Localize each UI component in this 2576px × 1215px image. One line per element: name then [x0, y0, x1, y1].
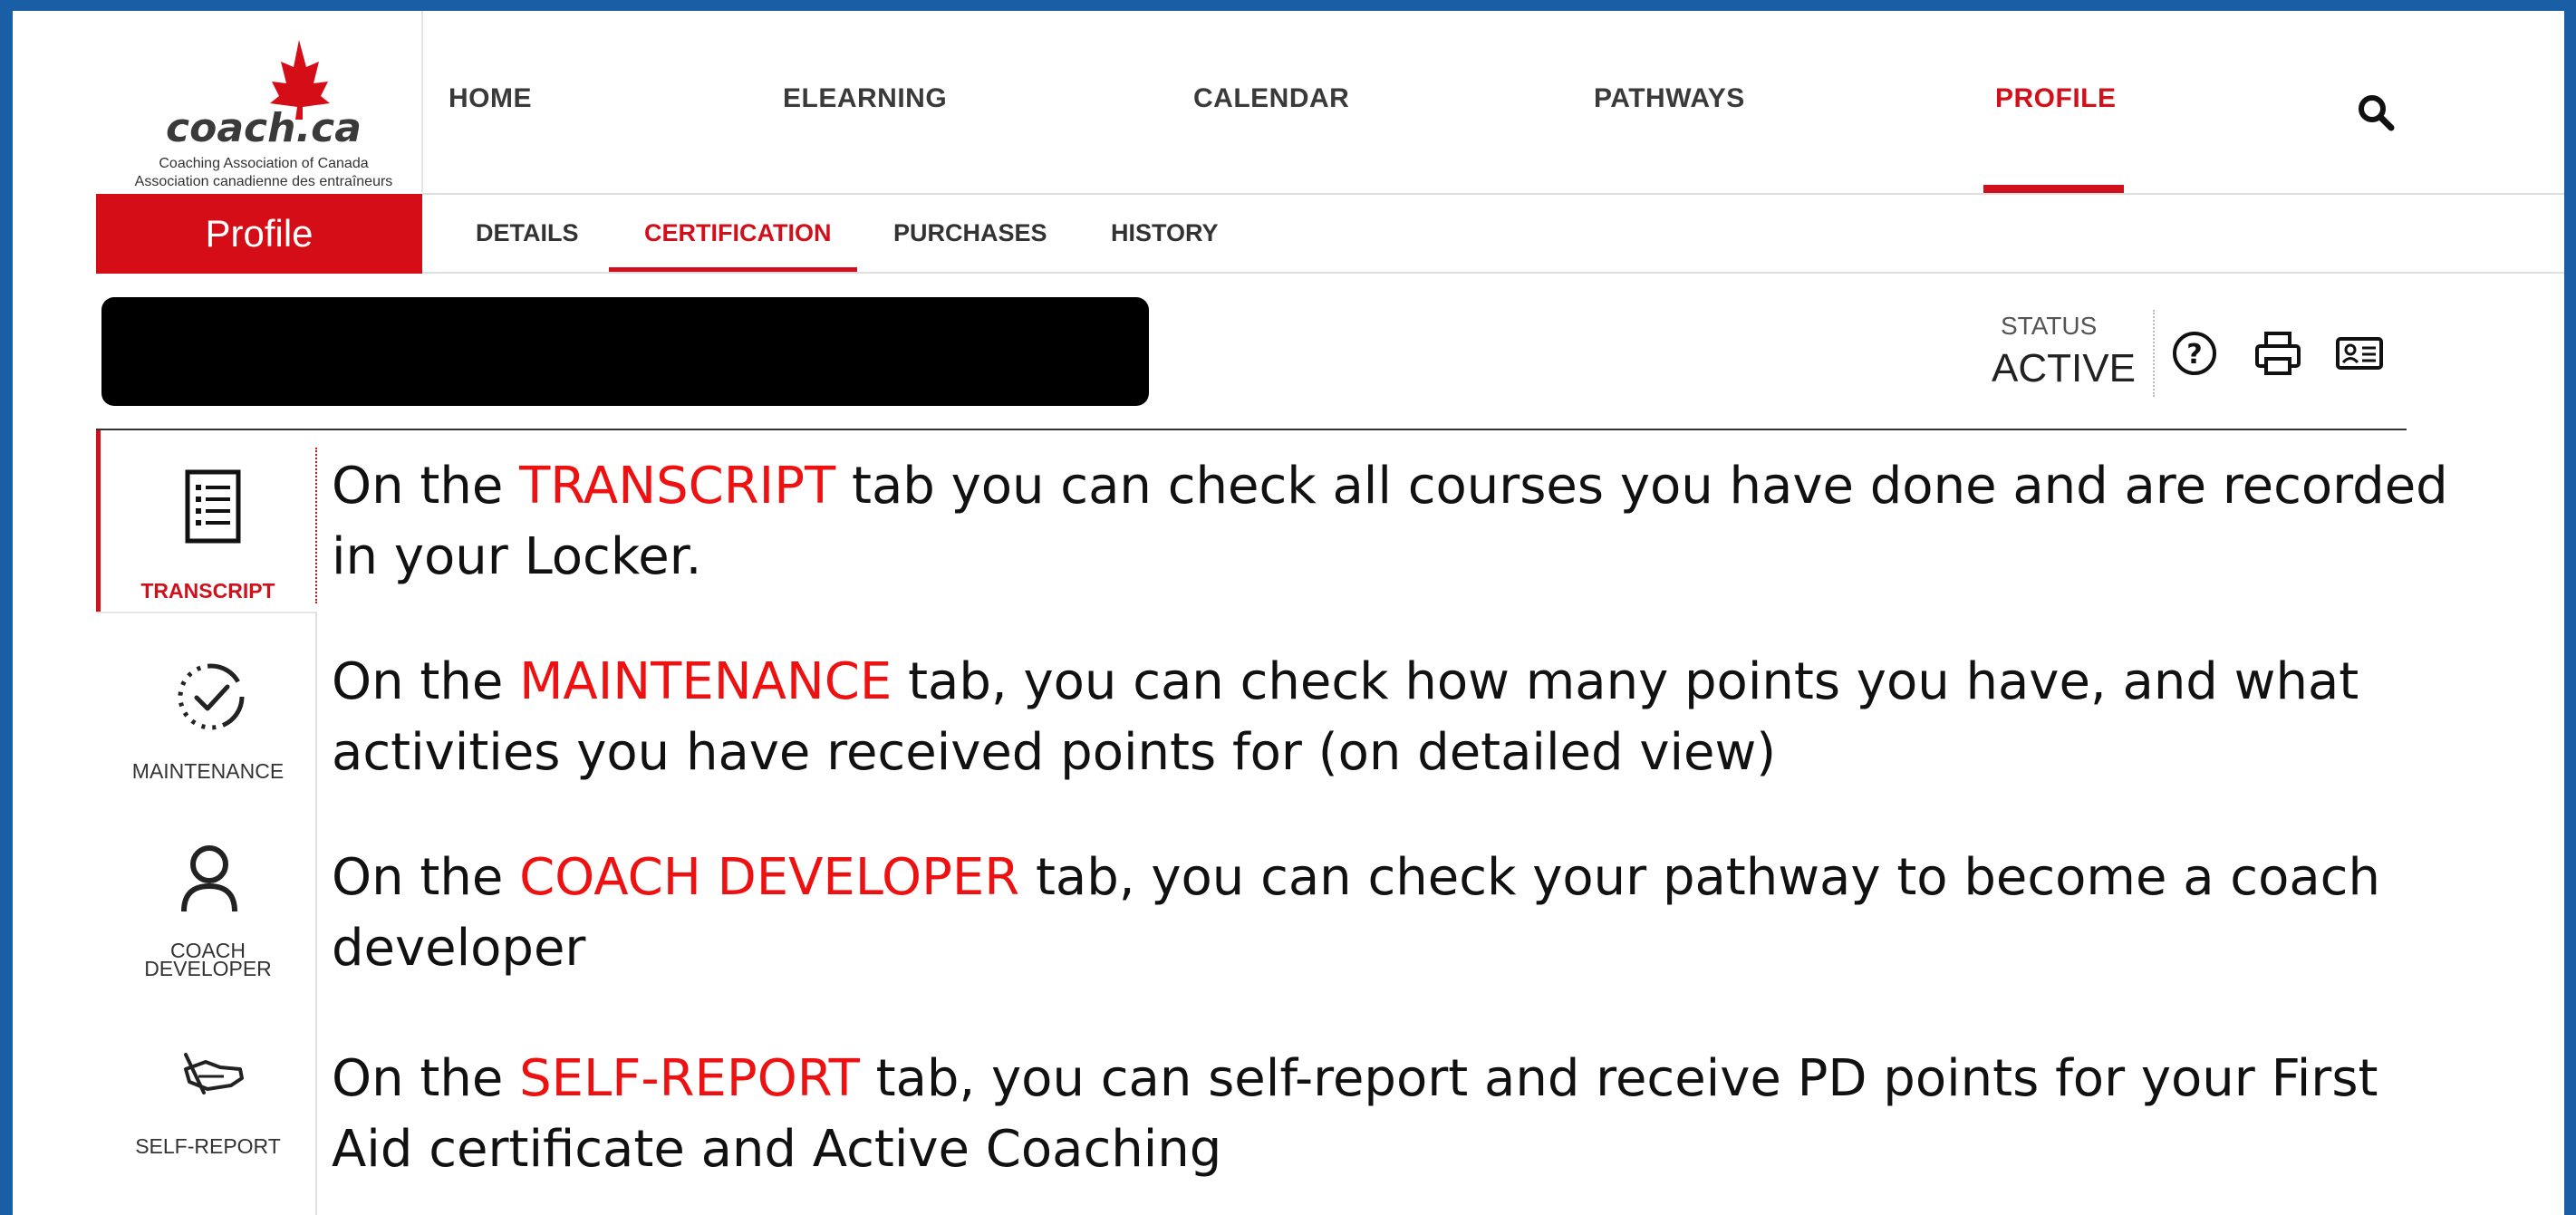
help-icon[interactable]: ? [2167, 326, 2222, 381]
note-prefix: On the [332, 848, 520, 907]
maple-leaf-logo-mark: coach.ca [166, 40, 362, 151]
note-prefix: On the [332, 652, 520, 711]
id-card-icon[interactable] [2332, 326, 2387, 381]
side-tab-label-line2: DEVELOPER [144, 957, 272, 980]
nav-pathways[interactable]: PATHWAYS [1594, 83, 1745, 114]
subnav-bottom-border [422, 272, 2564, 274]
note-prefix: On the [332, 1049, 520, 1108]
side-tab-self-report[interactable]: SELF-REPORT [101, 1026, 315, 1180]
hand-icon [184, 1053, 244, 1094]
tab-certification[interactable]: CERTIFICATION [644, 219, 831, 247]
status-value: ACTIVE [1992, 346, 2136, 391]
side-tab-label: TRANSCRIPT [140, 579, 275, 603]
side-tab-coach-developer[interactable]: COACH DEVELOPER [101, 817, 315, 998]
annotation-transcript: On the TRANSCRIPT tab you can check all … [332, 451, 2452, 593]
side-tab-label: MAINTENANCE [131, 759, 285, 783]
nav-calendar[interactable]: CALENDAR [1193, 83, 1349, 114]
nav-elearning[interactable]: ELEARNING [783, 83, 947, 114]
print-icon[interactable] [2251, 326, 2305, 381]
logo-divider [421, 11, 423, 192]
redacted-name-bar [101, 297, 1149, 406]
dashed-check-icon [178, 663, 245, 730]
search-icon[interactable] [2354, 91, 2398, 134]
side-tab-label: SELF-REPORT [135, 1134, 281, 1158]
side-tab-divider [315, 448, 317, 603]
side-tab-transcript[interactable]: TRANSCRIPT [101, 430, 315, 612]
note-highlight: SELF-REPORT [519, 1049, 860, 1108]
page-frame: coach.ca Coaching Association of Canada … [13, 11, 2564, 1215]
nav-bottom-border [422, 193, 2564, 195]
status-divider [2153, 310, 2155, 397]
annotation-self-report: On the SELF-REPORT tab, you can self-rep… [332, 1044, 2452, 1185]
tab-purchases[interactable]: PURCHASES [893, 219, 1047, 247]
tab-details[interactable]: DETAILS [476, 219, 579, 247]
note-highlight: TRANSCRIPT [519, 457, 836, 516]
note-highlight: MAINTENANCE [519, 652, 892, 711]
status-label: STATUS [2001, 312, 2098, 340]
annotation-coach-developer: On the COACH DEVELOPER tab, you can chec… [332, 843, 2452, 984]
nav-home[interactable]: HOME [449, 83, 532, 114]
nav-active-indicator [1983, 185, 2124, 193]
content-divider [96, 429, 2407, 430]
person-icon [181, 845, 237, 912]
logo-tagline-en: Coaching Association of Canada [159, 156, 369, 171]
coach-ca-logo[interactable]: coach.ca Coaching Association of Canada … [92, 27, 435, 192]
side-tab-maintenance[interactable]: MAINTENANCE [101, 613, 315, 800]
list-document-icon [185, 469, 241, 544]
logo-tagline-fr: Association canadienne des entraîneurs [134, 174, 393, 189]
note-prefix: On the [332, 457, 520, 516]
logo-brand-text: coach.ca [166, 105, 362, 151]
tab-history[interactable]: HISTORY [1111, 219, 1219, 247]
side-panel-border [315, 612, 317, 1215]
nav-profile[interactable]: PROFILE [1995, 83, 2117, 114]
annotation-maintenance: On the MAINTENANCE tab, you can check ho… [332, 647, 2452, 788]
profile-section-title: Profile [96, 194, 422, 274]
svg-text:?: ? [2186, 339, 2202, 371]
note-highlight: COACH DEVELOPER [519, 848, 1020, 907]
